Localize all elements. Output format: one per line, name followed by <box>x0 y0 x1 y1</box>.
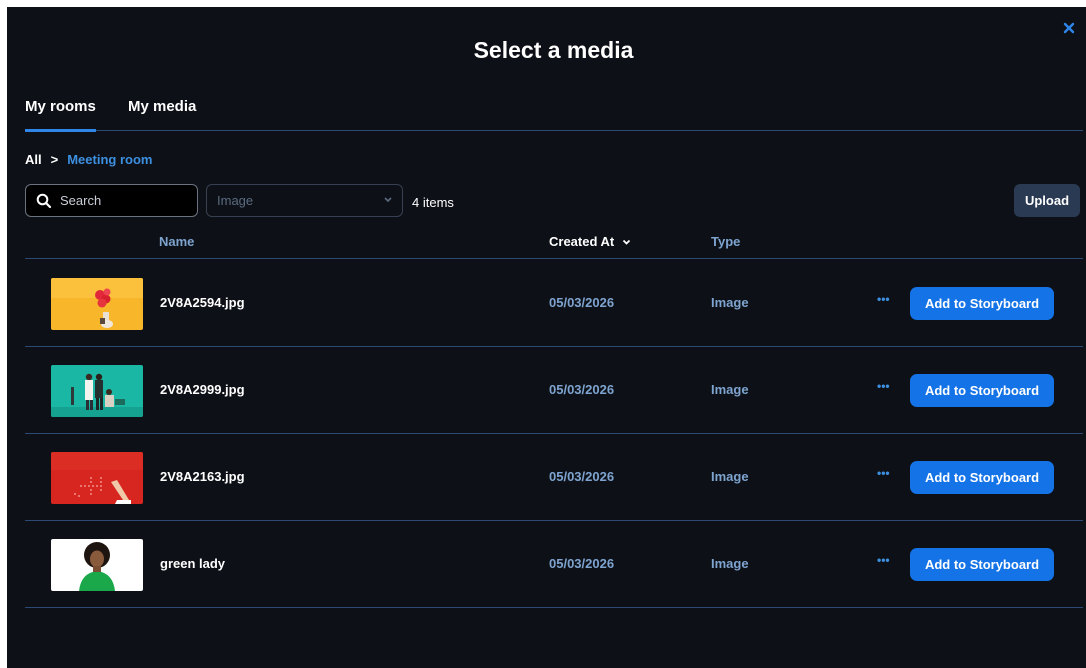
more-options-icon[interactable]: ••• <box>877 292 895 312</box>
more-options-icon[interactable]: ••• <box>877 379 895 399</box>
media-type: Image <box>711 469 749 484</box>
media-type: Image <box>711 556 749 571</box>
dialog-title: Select a media <box>473 37 634 63</box>
select-media-dialog: Select a media My rooms My media All > Mee… <box>7 7 1086 668</box>
media-thumbnail <box>51 278 143 330</box>
add-to-storyboard-button[interactable]: Add to Storyboard <box>910 548 1054 581</box>
table-row[interactable]: 2V8A2999.jpg 05/03/2026 Image ••• Add to… <box>25 347 1083 434</box>
item-count: 4 items <box>412 195 454 210</box>
media-created-at: 05/03/2026 <box>549 382 615 397</box>
column-header-created-at[interactable]: Created At <box>549 234 631 249</box>
more-options-icon[interactable]: ••• <box>877 466 895 486</box>
media-name: 2V8A2163.jpg <box>160 469 245 484</box>
add-to-storyboard-button[interactable]: Add to Storyboard <box>910 287 1054 320</box>
media-thumbnail <box>51 539 143 591</box>
media-type: Image <box>711 295 749 310</box>
chevron-down-icon <box>622 239 631 245</box>
table-row[interactable]: 2V8A2594.jpg 05/03/2026 Image ••• Add to… <box>25 260 1083 347</box>
breadcrumb-meeting-room[interactable]: Meeting room <box>67 152 152 167</box>
search-box <box>25 184 198 217</box>
upload-button[interactable]: Upload <box>1014 184 1080 217</box>
column-header-name[interactable]: Name <box>159 234 194 249</box>
media-name: 2V8A2999.jpg <box>160 382 245 397</box>
type-filter-value: Image <box>217 193 254 208</box>
table-header: Name Created At Type <box>25 231 1083 259</box>
search-icon <box>36 193 52 208</box>
type-filter-select[interactable]: Image <box>206 184 403 217</box>
media-thumbnail <box>51 365 143 417</box>
tab-bar: My rooms My media <box>25 97 1083 132</box>
tab-my-media[interactable]: My media <box>128 97 196 131</box>
table-row[interactable]: green lady 05/03/2026 Image ••• Add to S… <box>25 521 1083 608</box>
more-options-icon[interactable]: ••• <box>877 553 895 573</box>
search-input[interactable] <box>60 193 190 208</box>
close-icon[interactable] <box>1062 21 1076 35</box>
column-header-created-at-label: Created At <box>549 234 615 249</box>
media-name: green lady <box>160 556 226 571</box>
tab-my-rooms[interactable]: My rooms <box>25 97 96 132</box>
breadcrumb: All > Meeting room <box>25 152 152 167</box>
media-type: Image <box>711 382 749 397</box>
breadcrumb-separator: > <box>50 152 59 167</box>
media-created-at: 05/03/2026 <box>549 556 615 571</box>
add-to-storyboard-button[interactable]: Add to Storyboard <box>910 461 1054 494</box>
breadcrumb-all[interactable]: All <box>25 152 42 167</box>
add-to-storyboard-button[interactable]: Add to Storyboard <box>910 374 1054 407</box>
media-thumbnail <box>51 452 143 504</box>
table-row[interactable]: 2V8A2163.jpg 05/03/2026 Image ••• Add to… <box>25 434 1083 521</box>
media-created-at: 05/03/2026 <box>549 469 615 484</box>
chevron-down-icon <box>384 197 392 203</box>
media-name: 2V8A2594.jpg <box>160 295 245 310</box>
column-header-type[interactable]: Type <box>711 234 740 249</box>
media-created-at: 05/03/2026 <box>549 295 615 310</box>
